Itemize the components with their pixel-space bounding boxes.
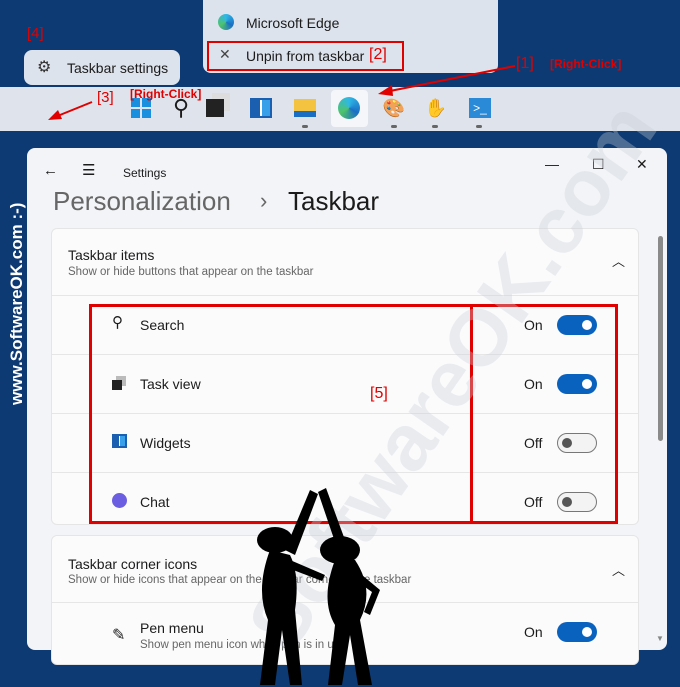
back-icon[interactable]: ←: [43, 162, 58, 179]
annotation-5: [5]: [370, 385, 388, 402]
close-button[interactable]: ✕: [636, 156, 648, 173]
page-title: Taskbar: [288, 186, 380, 216]
scrollbar[interactable]: [658, 236, 663, 441]
high-five-figures-illustration: [257, 488, 380, 685]
toggle-state: On: [524, 624, 543, 640]
section-subtitle: Show or hide buttons that appear on the …: [68, 266, 314, 278]
window-title: Settings: [123, 166, 167, 180]
breadcrumb-separator: ›: [260, 188, 268, 213]
pen-icon: ✎: [112, 627, 126, 644]
minimize-button[interactable]: —: [545, 156, 559, 172]
annotation-box-5-right: [470, 304, 618, 524]
setting-label: Pen menu: [140, 620, 204, 636]
side-watermark: www.SoftwareOK.com :-): [7, 202, 26, 405]
hamburger-icon[interactable]: ☰: [82, 161, 95, 179]
scroll-down-icon[interactable]: ▼: [656, 634, 664, 643]
collapse-chevron-icon[interactable]: ︿: [612, 560, 625, 579]
annotation-arrows: [48, 65, 516, 120]
pen-menu-toggle[interactable]: [557, 622, 597, 642]
annotation-3: [3]: [97, 89, 114, 106]
collapse-chevron-icon[interactable]: ︿: [612, 251, 625, 270]
maximize-button[interactable]: ☐: [592, 156, 605, 173]
section-title: Taskbar corner icons: [68, 556, 198, 572]
section-title: Taskbar items: [68, 247, 155, 263]
annotation-right-click-3: [Right-Click]: [130, 87, 202, 101]
breadcrumb-parent[interactable]: Personalization: [53, 186, 231, 217]
